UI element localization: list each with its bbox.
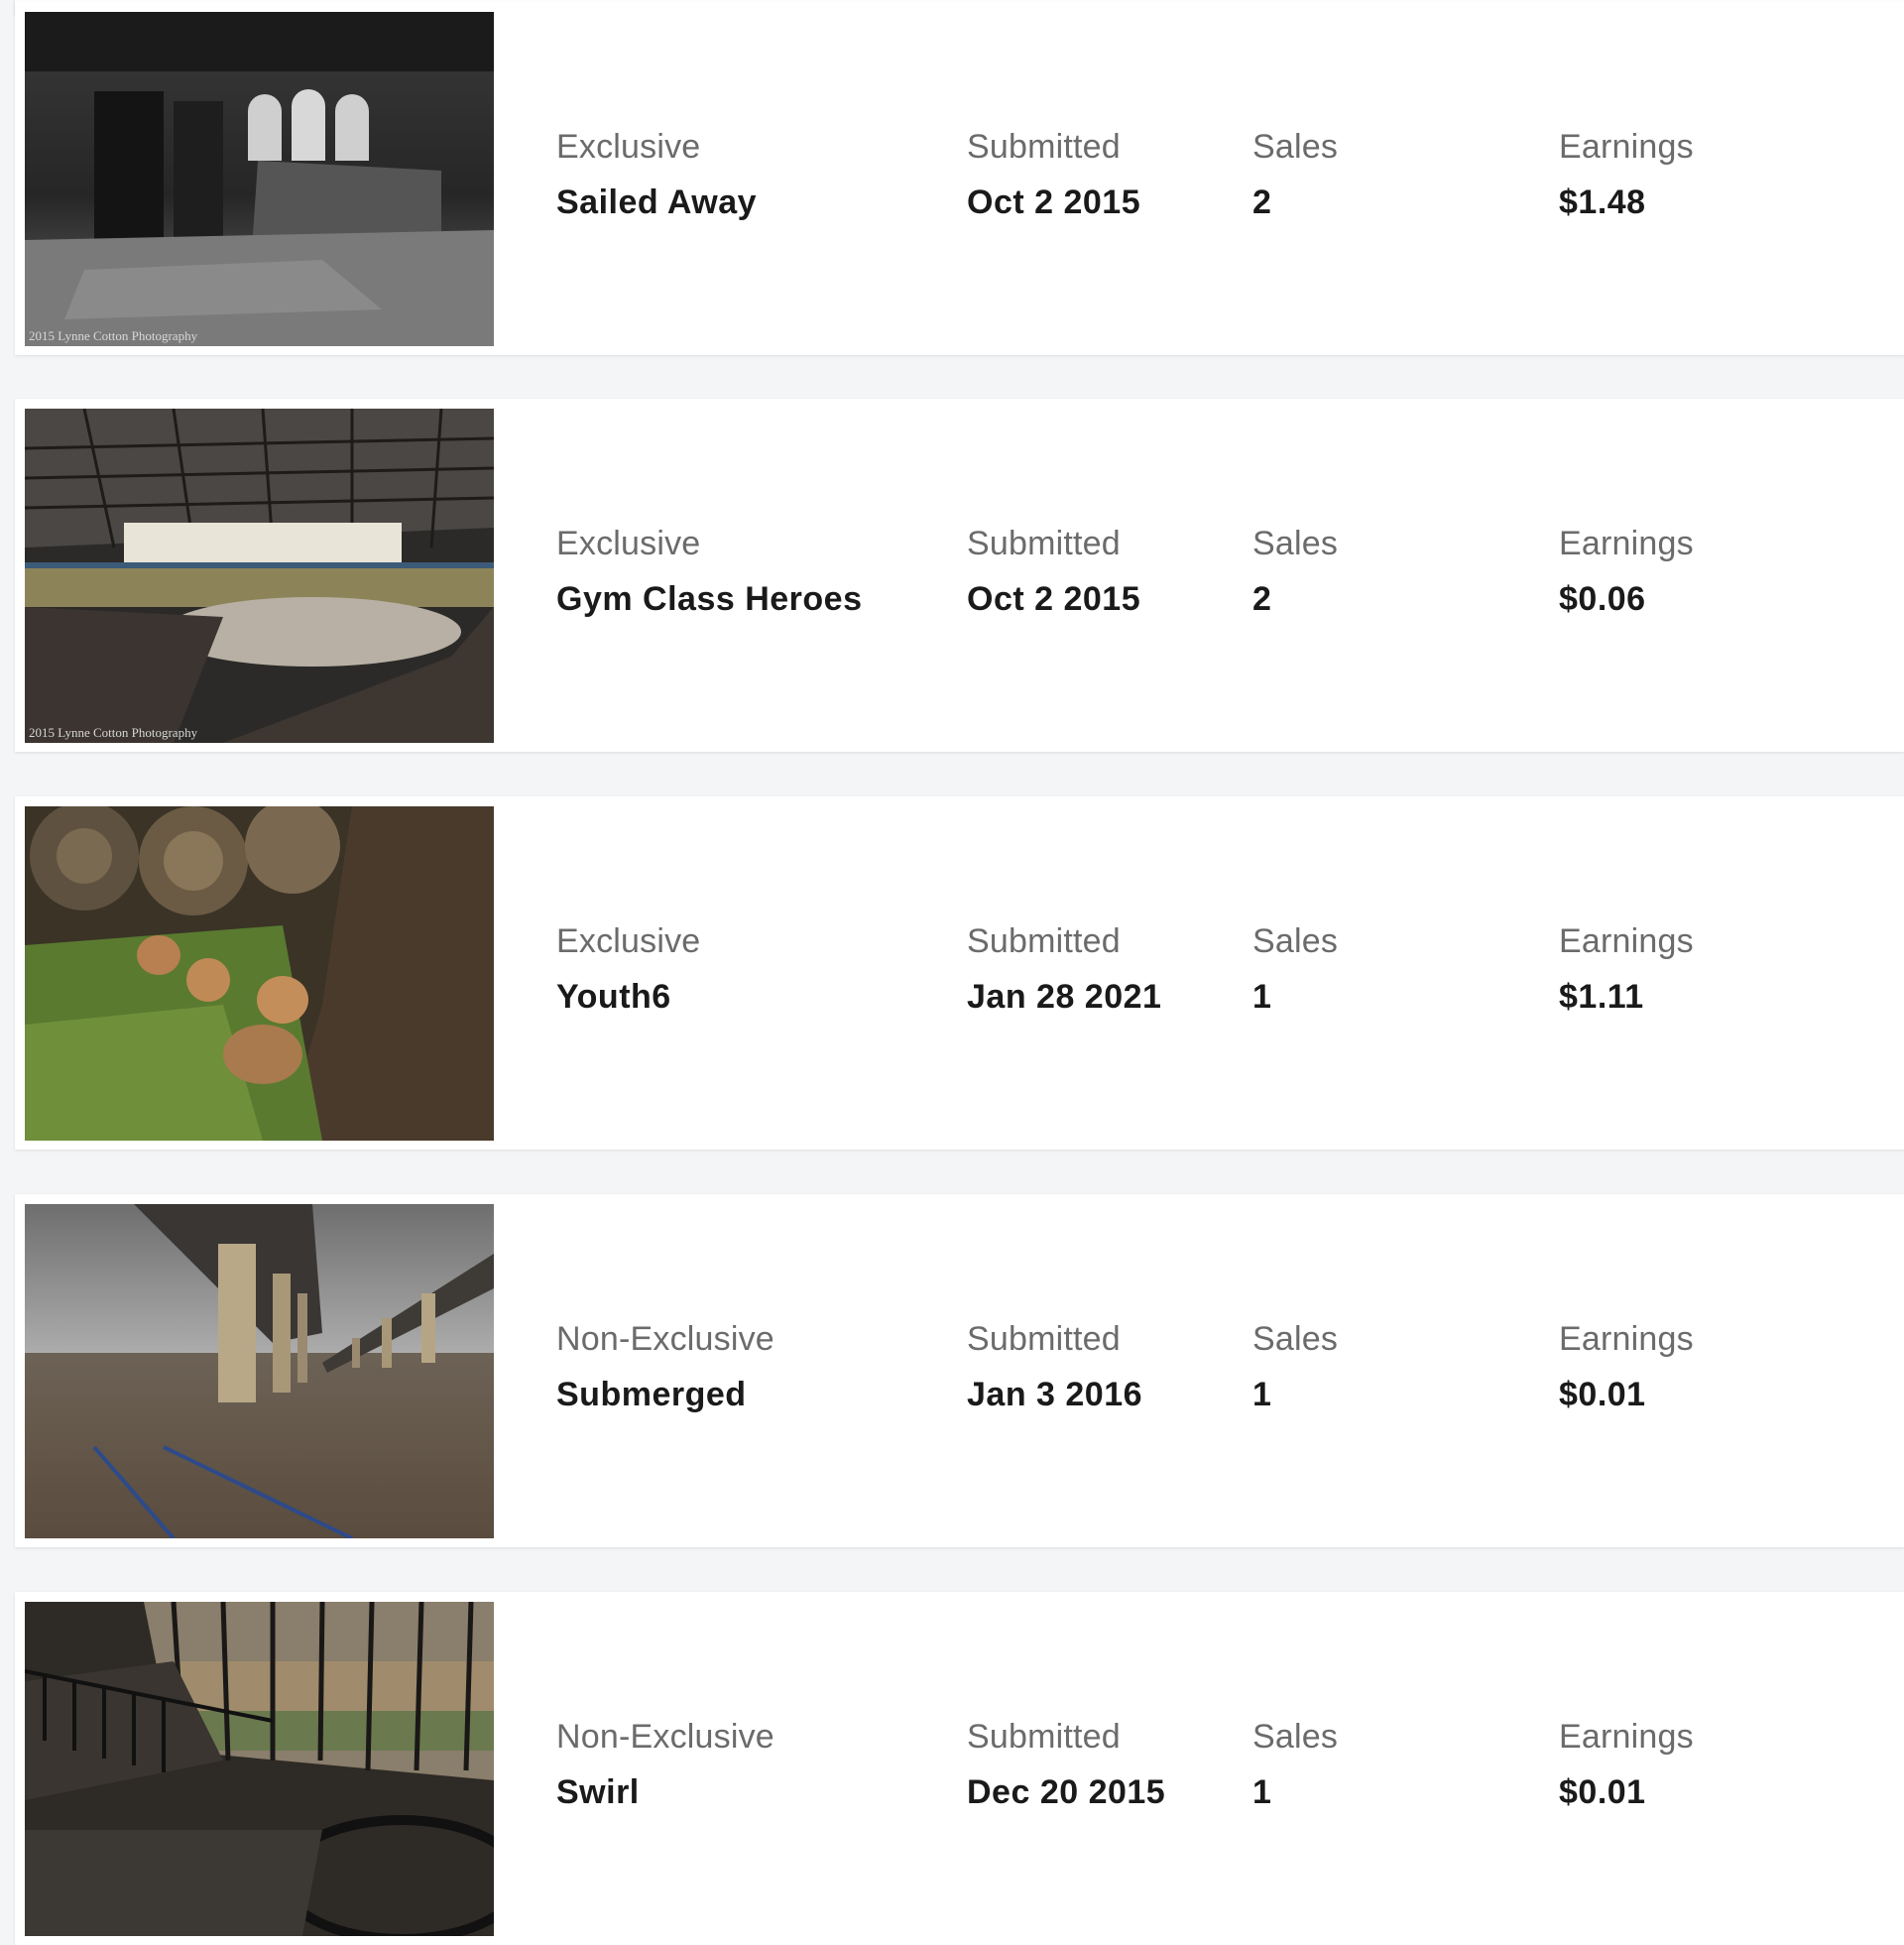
- submission-title[interactable]: Youth6: [556, 978, 671, 1017]
- earnings-amount: $0.01: [1559, 1376, 1646, 1413]
- submission-card[interactable]: Exclusive Youth6 Submitted Jan 28 2021 S…: [15, 796, 1904, 1150]
- submitted-label: Submitted: [967, 1718, 1121, 1756]
- sales-label: Sales: [1252, 128, 1339, 166]
- thumbnail-image: [25, 1602, 494, 1936]
- thumbnail-image: [25, 409, 494, 743]
- submission-thumbnail[interactable]: [25, 1602, 494, 1936]
- earnings-label: Earnings: [1559, 525, 1694, 562]
- submission-title[interactable]: Swirl: [556, 1773, 640, 1812]
- sales-label: Sales: [1252, 1320, 1339, 1358]
- thumbnail-image: [25, 806, 494, 1141]
- submission-title[interactable]: Submerged: [556, 1376, 747, 1414]
- submission-title[interactable]: Sailed Away: [556, 183, 757, 222]
- submitted-label: Submitted: [967, 922, 1121, 960]
- submitted-date: Jan 3 2016: [967, 1376, 1143, 1413]
- sales-count: 2: [1252, 580, 1272, 618]
- thumbnail-image: [25, 1204, 494, 1538]
- earnings-label: Earnings: [1559, 1718, 1694, 1756]
- submitted-date: Oct 2 2015: [967, 183, 1141, 221]
- submission-card[interactable]: Non-Exclusive Submerged Submitted Jan 3 …: [15, 1194, 1904, 1547]
- license-label: Exclusive: [556, 922, 701, 960]
- sales-count: 1: [1252, 1376, 1272, 1413]
- sales-count: 1: [1252, 1773, 1272, 1811]
- earnings-amount: $1.48: [1559, 183, 1646, 221]
- earnings-label: Earnings: [1559, 922, 1694, 960]
- submission-thumbnail[interactable]: [25, 806, 494, 1141]
- submitted-date: Jan 28 2021: [967, 978, 1162, 1016]
- submission-thumbnail[interactable]: 2015 Lynne Cotton Photography: [25, 409, 494, 743]
- submission-thumbnail[interactable]: [25, 1204, 494, 1538]
- sales-label: Sales: [1252, 525, 1339, 562]
- sales-count: 1: [1252, 978, 1272, 1016]
- thumbnail-image: [25, 12, 494, 346]
- submission-card[interactable]: 2015 Lynne Cotton Photography Exclusive …: [15, 399, 1904, 752]
- license-label: Exclusive: [556, 128, 701, 166]
- sales-label: Sales: [1252, 922, 1339, 960]
- license-label: Non-Exclusive: [556, 1718, 774, 1756]
- earnings-amount: $0.06: [1559, 580, 1646, 618]
- submitted-label: Submitted: [967, 1320, 1121, 1358]
- submitted-date: Dec 20 2015: [967, 1773, 1166, 1811]
- submission-card[interactable]: Non-Exclusive Swirl Submitted Dec 20 201…: [15, 1592, 1904, 1945]
- thumbnail-watermark: 2015 Lynne Cotton Photography: [29, 328, 198, 343]
- sales-count: 2: [1252, 183, 1272, 221]
- submitted-date: Oct 2 2015: [967, 580, 1141, 618]
- submitted-label: Submitted: [967, 128, 1121, 166]
- sales-label: Sales: [1252, 1718, 1339, 1756]
- earnings-label: Earnings: [1559, 128, 1694, 166]
- thumbnail-watermark: 2015 Lynne Cotton Photography: [29, 725, 198, 740]
- license-label: Non-Exclusive: [556, 1320, 774, 1358]
- submission-card[interactable]: 2015 Lynne Cotton Photography Exclusive …: [15, 2, 1904, 355]
- submission-title[interactable]: Gym Class Heroes: [556, 580, 863, 619]
- earnings-amount: $0.01: [1559, 1773, 1646, 1811]
- submissions-list: 2015 Lynne Cotton Photography Exclusive …: [15, 0, 1904, 1945]
- submitted-label: Submitted: [967, 525, 1121, 562]
- earnings-label: Earnings: [1559, 1320, 1694, 1358]
- license-label: Exclusive: [556, 525, 701, 562]
- submission-thumbnail[interactable]: 2015 Lynne Cotton Photography: [25, 12, 494, 346]
- earnings-amount: $1.11: [1559, 978, 1644, 1016]
